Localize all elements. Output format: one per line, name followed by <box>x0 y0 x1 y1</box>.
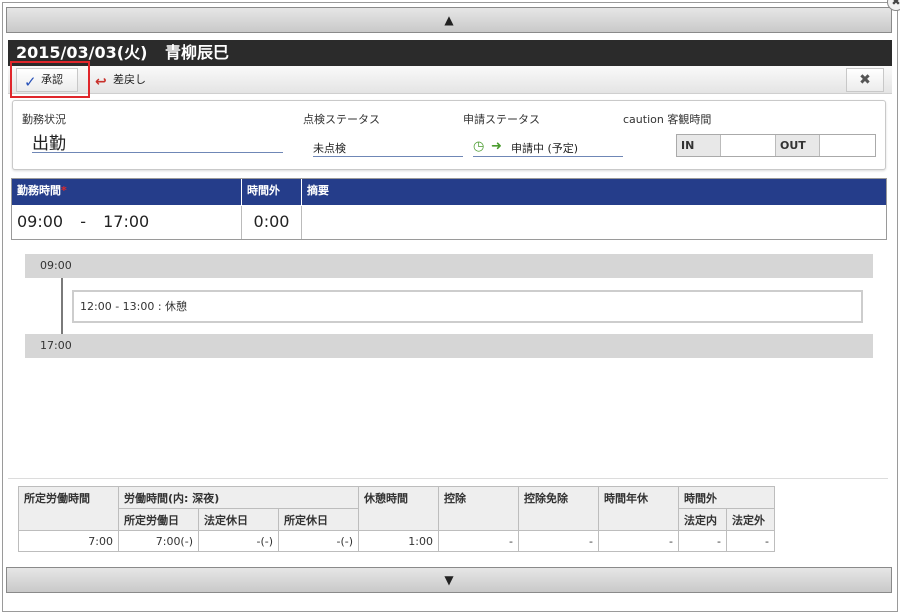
hourly-leave-header: 時間年休 <box>598 486 679 531</box>
employee-name: 青柳辰巳 <box>164 43 229 62</box>
close-button[interactable]: ✖ <box>846 68 884 92</box>
overtime-cell[interactable]: 0:00 <box>242 206 302 239</box>
deduction-header: 控除 <box>438 486 519 531</box>
close-x-icon: ✖ <box>859 72 871 88</box>
required-mark: * <box>61 184 67 197</box>
work-time-header: 勤務時間* <box>12 179 242 205</box>
return-button[interactable]: ↩ 差戻し <box>88 68 160 92</box>
objective-time-box: IN OUT <box>676 134 876 157</box>
scroll-down-button[interactable]: ▼ <box>6 567 892 593</box>
timeline-start-band: 09:00 <box>25 254 873 278</box>
working-hours-header: 労働時間(内: 深夜) <box>118 486 359 509</box>
break-time-header: 休憩時間 <box>358 486 439 531</box>
legal-within-header: 法定内 <box>678 508 727 531</box>
summary-cell[interactable] <box>302 206 886 239</box>
summary-header: 摘要 <box>302 179 886 205</box>
deduction-exempt-header: 控除免除 <box>518 486 599 531</box>
start-time: 09:00 <box>17 212 64 231</box>
scroll-up-button[interactable]: ▲ <box>6 7 892 33</box>
out-label: OUT <box>776 135 820 156</box>
summary-value: 1:00 <box>358 530 439 552</box>
date-title: 2015/03/03(火) <box>16 43 148 62</box>
summary-value: - <box>678 530 727 552</box>
summary-value: 7:00(-) <box>118 530 199 552</box>
section-divider <box>8 478 888 479</box>
in-value <box>720 135 776 156</box>
legal-holiday-header: 法定休日 <box>198 508 279 531</box>
apply-status-label: 申請ステータス <box>463 113 540 126</box>
toolbar: ✓ 承認 ↩ 差戻し ✖ <box>8 66 892 94</box>
work-time-table: 勤務時間* 時間外 摘要 09:00 - 17:00 0:00 <box>11 178 887 240</box>
check-status-label: 点検ステータス <box>303 113 380 126</box>
work-time-cell[interactable]: 09:00 - 17:00 <box>12 206 242 239</box>
in-label: IN <box>677 135 721 156</box>
scheduled-hours-header: 所定労働時間 <box>18 486 119 531</box>
summary-value: - <box>518 530 599 552</box>
caution-label: caution 客観時間 <box>623 113 712 126</box>
work-status-value: 出勤 <box>32 129 283 154</box>
legal-over-header: 法定外 <box>726 508 775 531</box>
apply-status-value: 申請中 (予定) <box>473 140 623 157</box>
timeline-end-band: 17:00 <box>25 334 873 358</box>
time-dash: - <box>80 212 86 231</box>
summary-value: - <box>726 530 775 552</box>
scheduled-workday-header: 所定労働日 <box>118 508 199 531</box>
overtime-header: 時間外 <box>242 179 302 205</box>
return-label: 差戻し <box>113 73 146 86</box>
work-status-label: 勤務状況 <box>22 113 66 126</box>
arrow-up-icon: ▲ <box>444 13 454 27</box>
summary-value: -(-) <box>278 530 359 552</box>
break-entry[interactable]: 12:00 - 13:00 : 休憩 <box>72 290 863 323</box>
out-value <box>819 135 875 156</box>
arrow-down-icon: ▼ <box>444 573 454 587</box>
summary-table: 所定労働時間 労働時間(内: 深夜) 休憩時間 控除 控除免除 時間年休 時間外… <box>18 486 775 552</box>
scheduled-holiday-header: 所定休日 <box>278 508 359 531</box>
summary-value: -(-) <box>198 530 279 552</box>
overtime-summary-header: 時間外 <box>678 486 775 509</box>
timeline-line <box>61 278 63 334</box>
title-bar: 2015/03/03(火) 青柳辰巳 <box>8 40 892 66</box>
summary-value: - <box>438 530 519 552</box>
approve-highlight-frame <box>10 61 90 98</box>
summary-value: - <box>598 530 679 552</box>
work-time-header-label: 勤務時間 <box>17 184 61 197</box>
return-arrow-icon: ↩ <box>95 74 107 90</box>
check-status-value: 未点検 <box>313 140 463 157</box>
status-panel: 勤務状況 出勤 点検ステータス 未点検 申請ステータス ◷ ➜ 申請中 (予定)… <box>12 100 886 170</box>
end-time: 17:00 <box>103 212 150 231</box>
summary-value: 7:00 <box>18 530 119 552</box>
